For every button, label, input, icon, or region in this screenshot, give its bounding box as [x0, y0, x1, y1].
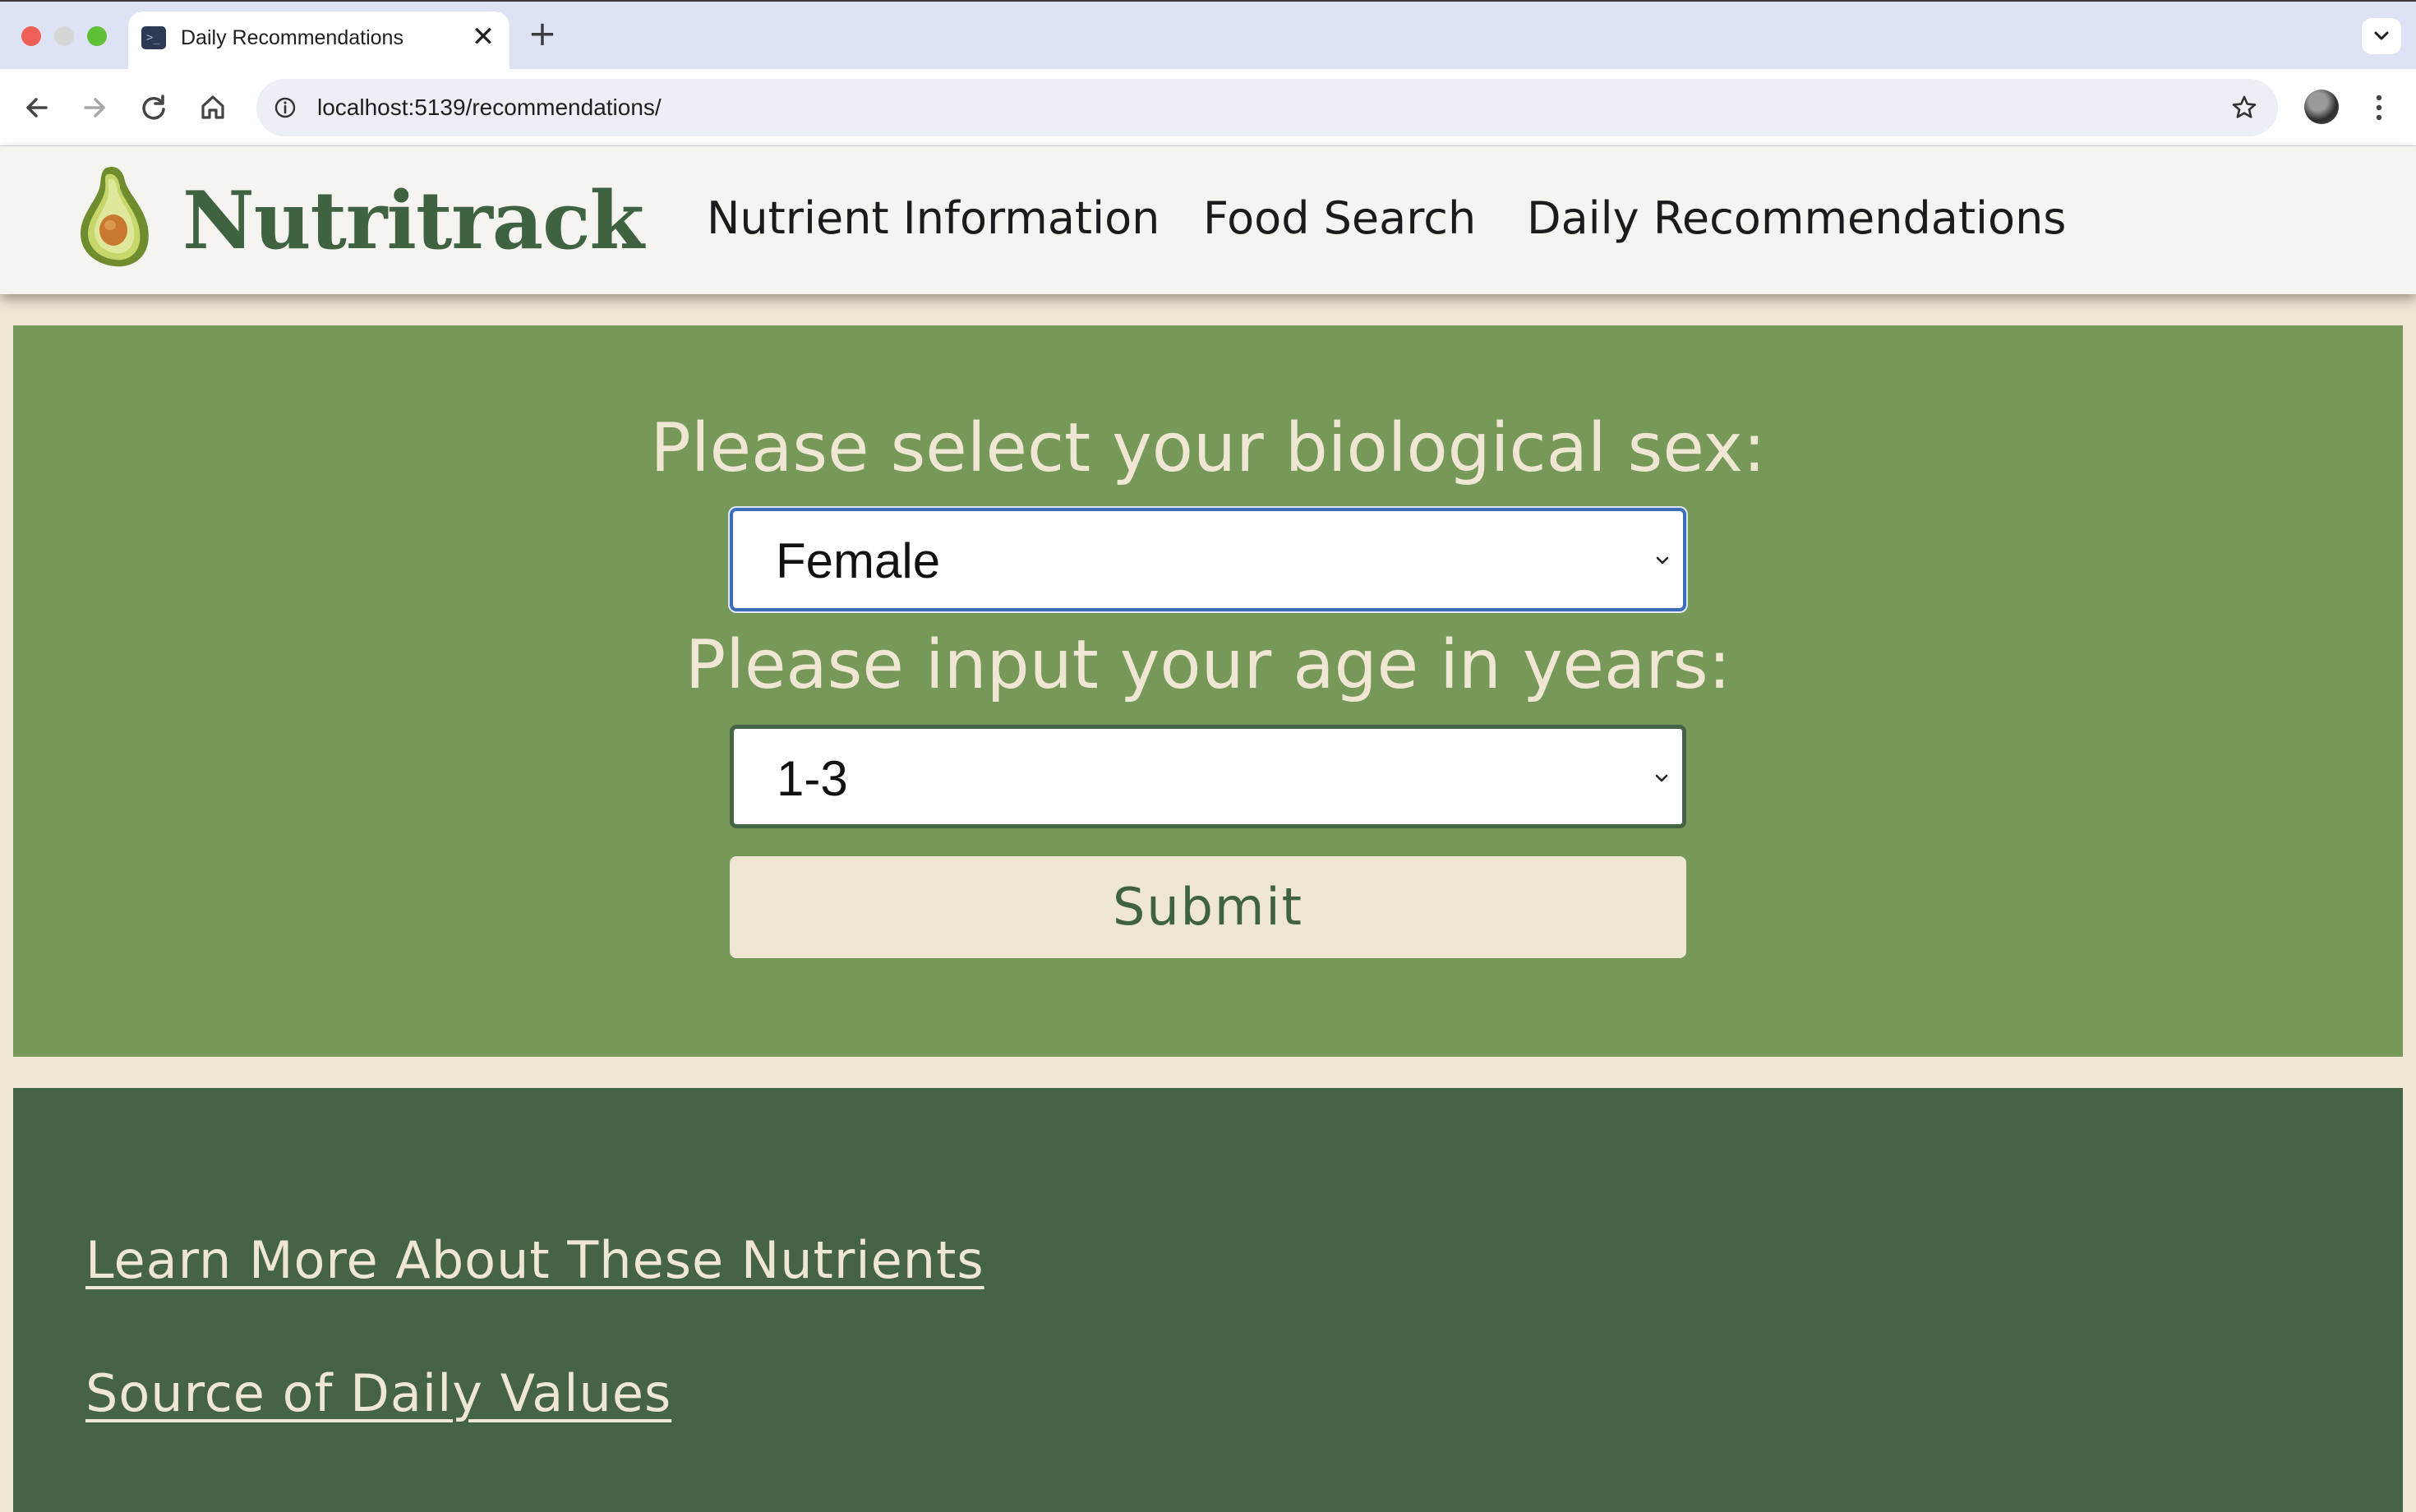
profile-avatar[interactable]	[2304, 90, 2339, 124]
nav-link-daily-recommendations[interactable]: Daily Recommendations	[1527, 192, 2066, 245]
address-bar[interactable]: localhost:5139/recommendations/	[256, 79, 2278, 136]
source-daily-values-link[interactable]: Source of Daily Values	[85, 1362, 671, 1425]
new-tab-button[interactable]: +	[526, 16, 559, 51]
reload-icon	[142, 94, 165, 120]
age-select[interactable]: 1-3	[730, 725, 1686, 828]
browser-tab-strip: >_ Daily Recommendations ✕ +	[0, 0, 2416, 71]
terminal-favicon-icon: >_	[141, 26, 166, 49]
forward-button[interactable]	[76, 89, 113, 127]
nav-link-food-search[interactable]: Food Search	[1203, 192, 1476, 245]
brand-logo-text[interactable]: Nutritrack	[182, 176, 644, 266]
url-text[interactable]: localhost:5139/recommendations/	[317, 94, 662, 122]
tab-search-button[interactable]	[2362, 18, 2401, 54]
chevron-down-icon	[1656, 556, 1669, 565]
sex-select-value: Female	[776, 533, 941, 588]
back-button[interactable]	[18, 89, 56, 127]
avocado-icon[interactable]	[74, 163, 156, 270]
browser-tab-active[interactable]: >_ Daily Recommendations ✕	[128, 12, 509, 71]
home-icon	[201, 95, 224, 119]
browser-menu-button[interactable]	[2367, 87, 2391, 128]
recommendation-form: Please select your biological sex: Femal…	[13, 325, 2403, 1057]
site-info-icon[interactable]	[273, 95, 297, 120]
tab-title: Daily Recommendations	[181, 26, 403, 49]
learn-more-nutrients-link[interactable]: Learn More About These Nutrients	[85, 1229, 984, 1292]
submit-button[interactable]: Submit	[730, 856, 1686, 958]
arrow-left-icon	[26, 98, 48, 118]
age-select-label: Please input your age in years:	[685, 626, 1731, 704]
sex-select[interactable]: Female	[730, 508, 1686, 611]
bookmark-star-icon[interactable]	[2229, 92, 2260, 123]
nav-link-nutrient-information[interactable]: Nutrient Information	[707, 192, 1160, 245]
arrow-right-icon	[84, 98, 105, 118]
chevron-down-icon	[1655, 774, 1668, 782]
browser-toolbar: localhost:5139/recommendations/	[0, 69, 2416, 146]
chevron-down-icon	[2374, 31, 2389, 40]
tab-close-icon[interactable]: ✕	[470, 23, 496, 51]
sex-select-label: Please select your biological sex:	[650, 409, 1766, 487]
home-button[interactable]	[194, 89, 232, 127]
window-zoom-button[interactable]	[87, 26, 107, 46]
site-header: Nutritrack Nutrient Information Food Sea…	[0, 146, 2416, 294]
window-minimize-button[interactable]	[54, 26, 74, 46]
reload-button[interactable]	[135, 89, 173, 127]
footer: Learn More About These Nutrients Source …	[13, 1088, 2403, 1512]
window-close-button[interactable]	[21, 26, 41, 46]
more-vertical-icon	[2376, 94, 2382, 121]
age-select-value: 1-3	[777, 751, 848, 806]
